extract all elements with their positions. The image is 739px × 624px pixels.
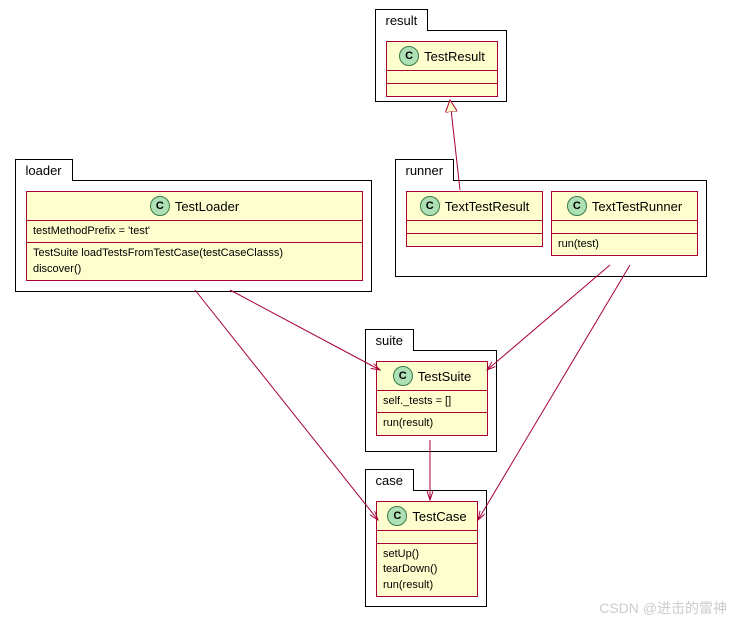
watermark: CSDN @进击的雷神 <box>599 598 727 618</box>
class-icon: C <box>150 196 170 216</box>
class-icon: C <box>420 196 440 216</box>
class-methods: TestSuite loadTestsFromTestCase(testCase… <box>27 242 362 280</box>
package-case-label: case <box>365 469 414 491</box>
class-icon: C <box>387 506 407 526</box>
package-loader-label: loader <box>15 159 73 181</box>
class-methods: run(result) <box>377 412 487 434</box>
class-name-TestSuite: TestSuite <box>418 369 471 384</box>
package-loader: loader C TestLoader testMethodPrefix = '… <box>15 180 372 292</box>
class-TestResult: C TestResult <box>386 41 498 97</box>
class-icon: C <box>567 196 587 216</box>
package-result-label: result <box>375 9 429 31</box>
class-attrs: self._tests = [] <box>377 390 487 412</box>
class-methods: run(test) <box>552 233 697 255</box>
package-runner: runner C TextTestResult C TextTestRunner… <box>395 180 707 277</box>
class-icon: C <box>393 366 413 386</box>
class-TestCase: C TestCase setUp() tearDown() run(result… <box>376 501 478 597</box>
class-methods: setUp() tearDown() run(result) <box>377 543 477 596</box>
class-attrs: testMethodPrefix = 'test' <box>27 220 362 242</box>
class-name-TextTestRunner: TextTestRunner <box>592 199 682 214</box>
class-name-TestLoader: TestLoader <box>175 199 239 214</box>
class-TextTestRunner: C TextTestRunner run(test) <box>551 191 698 256</box>
class-TestSuite: C TestSuite self._tests = [] run(result) <box>376 361 488 436</box>
class-TestLoader: C TestLoader testMethodPrefix = 'test' T… <box>26 191 363 281</box>
package-suite: suite C TestSuite self._tests = [] run(r… <box>365 350 497 452</box>
package-runner-label: runner <box>395 159 455 181</box>
class-icon: C <box>399 46 419 66</box>
package-suite-label: suite <box>365 329 414 351</box>
package-case: case C TestCase setUp() tearDown() run(r… <box>365 490 487 607</box>
class-name-TextTestResult: TextTestResult <box>445 199 530 214</box>
class-name-TestCase: TestCase <box>412 509 466 524</box>
class-name-TestResult: TestResult <box>424 49 485 64</box>
class-TextTestResult: C TextTestResult <box>406 191 543 247</box>
package-result: result C TestResult <box>375 30 507 102</box>
